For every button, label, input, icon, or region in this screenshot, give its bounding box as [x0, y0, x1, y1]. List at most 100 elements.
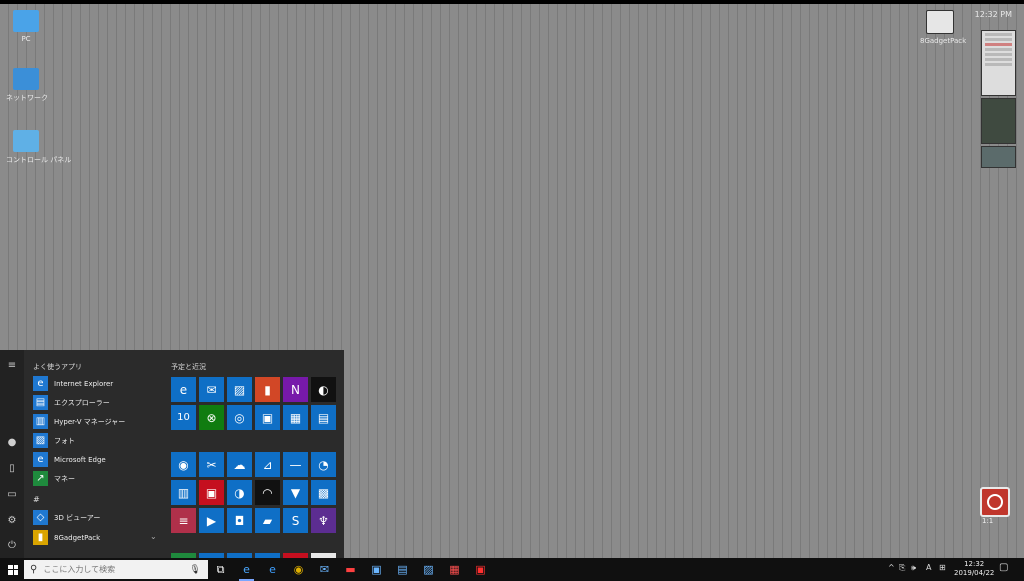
photos-icon: ▨	[33, 433, 48, 448]
network-taskbar-icon[interactable]: ▤	[394, 561, 411, 578]
power-icon	[987, 494, 1003, 510]
chrome-taskbar-icon[interactable]: ◉	[290, 561, 307, 578]
photos-tile[interactable]: ▨	[227, 377, 252, 402]
desktop-icon-label: コントロール パネル	[6, 156, 72, 164]
app-list-item[interactable]: ↗ マネー	[33, 470, 75, 487]
input-method-tray-icon[interactable]: ⊞	[939, 563, 946, 572]
hamburger-icon[interactable]: ≡	[6, 360, 18, 372]
mail-tile[interactable]: ✉	[199, 377, 224, 402]
snip-tile[interactable]: ✂	[199, 452, 224, 477]
start-menu-rail: ≡ ● ▯ ▭ ⚙ ⏻	[0, 350, 24, 558]
groove-tile[interactable]: ◎	[227, 405, 252, 430]
video-taskbar-icon[interactable]: ▣	[472, 561, 489, 578]
calendar-tile[interactable]: 10	[171, 405, 196, 430]
remote-tile[interactable]: ⊿	[255, 452, 280, 477]
pictures-icon[interactable]: ▭	[6, 489, 18, 501]
search-box[interactable]: ⚲ 🎙	[24, 560, 208, 579]
settings-icon[interactable]: ⚙	[6, 515, 18, 527]
internet-explorer-icon: e	[33, 376, 48, 391]
ime-tray-icon[interactable]: A	[926, 563, 931, 572]
pc-desktop-icon[interactable]: PC	[6, 10, 46, 43]
user-icon[interactable]: ●	[6, 437, 18, 449]
app-list-label: 8GadgetPack	[54, 533, 101, 542]
paint3d-tile[interactable]: ▦	[283, 405, 308, 430]
app-list-label: Internet Explorer	[54, 379, 114, 388]
camera-tile[interactable]: ◉	[171, 452, 196, 477]
desktop-icon-label: 8GadgetPack	[920, 37, 967, 45]
sticky-tile[interactable]: ▤	[311, 405, 336, 430]
feedback-tile[interactable]: ▣	[199, 480, 224, 505]
volume-tray-icon[interactable]: 🕪	[911, 563, 916, 573]
document-icon[interactable]: ▯	[6, 463, 18, 475]
start-menu: ≡ ● ▯ ▭ ⚙ ⏻ よく使うアプリ 予定と近況 e Internet Expl…	[0, 350, 344, 558]
gadgetpack-desktop-icon[interactable]: 8GadgetPack	[920, 10, 967, 45]
network-tray-icon[interactable]: ⎘	[899, 563, 905, 573]
tray-overflow-icon[interactable]: ^	[888, 563, 895, 572]
edge-tile[interactable]: e	[171, 377, 196, 402]
power-gadget[interactable]	[980, 487, 1010, 517]
3d-viewer-icon: ◇	[33, 510, 48, 525]
app-list-label: Hyper-V マネージャー	[54, 417, 126, 426]
mail-taskbar-icon[interactable]: ✉	[316, 561, 333, 578]
photos-taskbar-icon[interactable]: ▨	[420, 561, 437, 578]
app-list-item[interactable]: ▨ フォト	[33, 432, 75, 449]
trophy-tile[interactable]: ♆	[311, 508, 336, 533]
chevron-down-icon[interactable]: ⌄	[150, 532, 157, 541]
app-list-item[interactable]: ▮ 8GadgetPack	[33, 529, 100, 546]
microphone-icon[interactable]: 🎙	[189, 565, 200, 575]
news-tile[interactable]: ▩	[311, 480, 336, 505]
app-list-item[interactable]: ▤ エクスプローラー	[33, 394, 110, 411]
tiles-header: 予定と近況	[171, 363, 206, 371]
computer-icon	[13, 10, 39, 32]
taskbar: ⚲ 🎙 ⧉ ee ◉ ✉ ▬ ▣ ▤ ▨ ▦ ▣ ^ ⎘ 🕪 A ⊞ 12:32 2019/04/…	[0, 558, 1024, 581]
cpu-meter-gadget[interactable]	[981, 98, 1016, 144]
movies-tile[interactable]: ▶	[199, 508, 224, 533]
notification-icon[interactable]: ▢	[999, 562, 1008, 573]
calendar-taskbar-icon[interactable]: ▦	[446, 561, 463, 578]
search-input[interactable]	[43, 565, 184, 574]
alarms-tile[interactable]: ◔	[311, 452, 336, 477]
money-icon: ↗	[33, 471, 48, 486]
power-icon[interactable]: ⏻	[6, 540, 18, 552]
taskbar-clock[interactable]: 12:32 2019/04/22	[954, 560, 994, 578]
connect-tile[interactable]: —	[283, 452, 308, 477]
monitor-icon	[926, 10, 954, 34]
calendar-gadget[interactable]	[981, 30, 1016, 96]
hyper-v-icon: ▥	[33, 414, 48, 429]
network-desktop-icon[interactable]: ネットワーク	[6, 68, 48, 103]
app-red-taskbar-icon[interactable]: ▬	[342, 561, 359, 578]
edge-taskbar-icon[interactable]: e	[238, 561, 255, 581]
app-list-item[interactable]: e Internet Explorer	[33, 375, 113, 392]
store-taskbar-icon[interactable]: ▣	[368, 561, 385, 578]
network-meter-gadget[interactable]	[981, 146, 1016, 168]
onenote-tile[interactable]: N	[283, 377, 308, 402]
app-list-item[interactable]: ▥ Hyper-V マネージャー	[33, 413, 125, 430]
voice-tile[interactable]: ◑	[227, 480, 252, 505]
ie-taskbar-icon[interactable]: e	[264, 561, 281, 578]
reader-tile[interactable]: ≡	[171, 508, 196, 533]
app-list-label: マネー	[54, 474, 75, 483]
start-button[interactable]	[2, 558, 24, 581]
taskbar-time: 12:32	[964, 560, 985, 568]
speedtest-tile[interactable]: ◠	[255, 480, 280, 505]
briefcase-tile[interactable]: ▰	[255, 508, 280, 533]
weather-tile[interactable]: ☁	[227, 452, 252, 477]
app-list-label: Microsoft Edge	[54, 455, 106, 464]
store-tile[interactable]: ▣	[255, 405, 280, 430]
section-letter[interactable]: #	[33, 495, 40, 504]
control-panel-desktop-icon[interactable]: コントロール パネル	[6, 130, 72, 165]
media-tile[interactable]: ◘	[227, 508, 252, 533]
app-list-item[interactable]: e Microsoft Edge	[33, 451, 106, 468]
gadgetpack-icon: ▮	[33, 530, 48, 545]
office-tile[interactable]: ▮	[255, 377, 280, 402]
skype-tile[interactable]: S	[283, 508, 308, 533]
calculator-tile[interactable]: ▥	[171, 480, 196, 505]
app-list-item[interactable]: ◇ 3D ビューアー	[33, 509, 100, 526]
task-view-icon[interactable]: ⧉	[212, 561, 229, 578]
vpn-tile[interactable]: ▼	[283, 480, 308, 505]
desktop-icon-label: ネットワーク	[6, 94, 48, 102]
desktop-icon-label: PC	[21, 35, 31, 43]
app-list-label: 3D ビューアー	[54, 513, 101, 522]
xbox-tile[interactable]: ⊗	[199, 405, 224, 430]
maps-tile[interactable]: ◐	[311, 377, 336, 402]
